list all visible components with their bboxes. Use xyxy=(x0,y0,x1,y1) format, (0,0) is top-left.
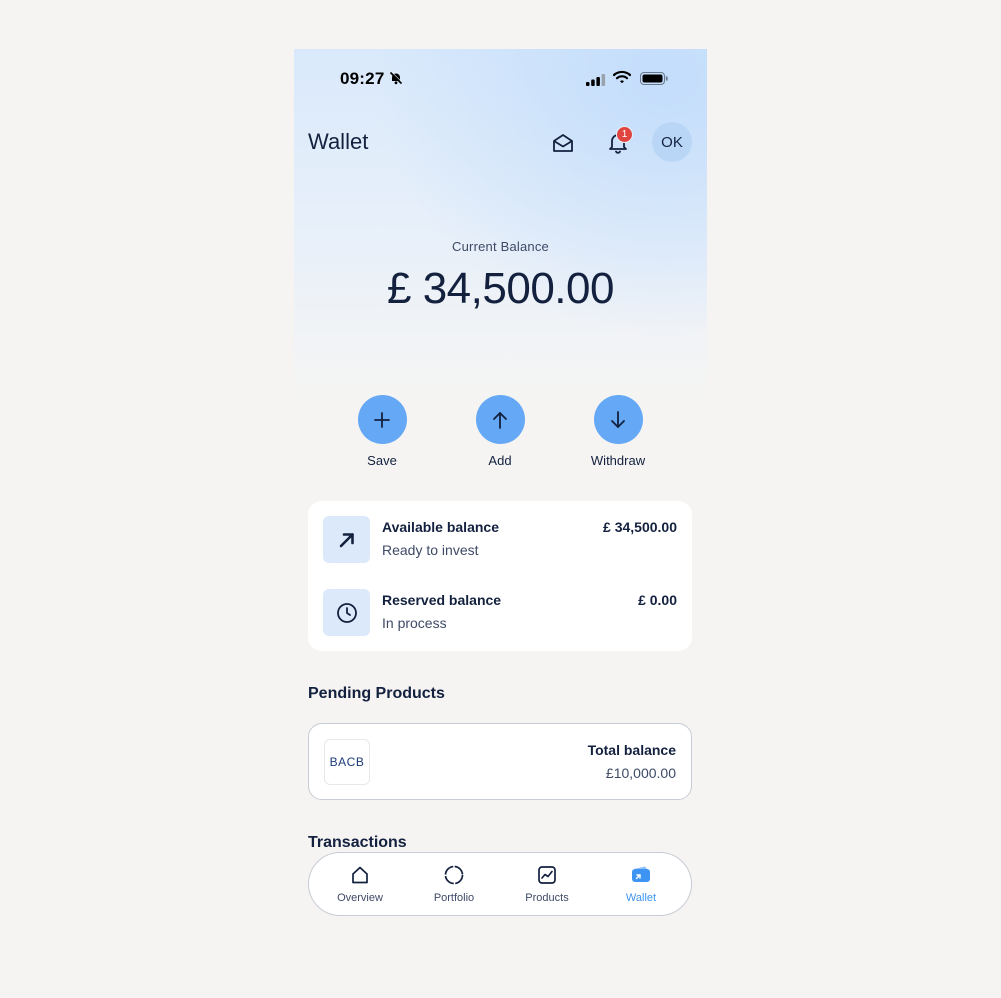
avatar[interactable]: OK xyxy=(652,122,692,162)
reserved-balance-value: £ 0.00 xyxy=(638,592,677,608)
wifi-icon xyxy=(612,70,632,89)
notification-badge: 1 xyxy=(616,126,633,143)
clock-icon xyxy=(323,589,370,636)
nav-item-portfolio[interactable]: Portfolio xyxy=(409,863,499,904)
current-balance-label: Current Balance xyxy=(452,239,549,254)
reserved-balance-subtitle: In process xyxy=(382,615,447,631)
available-balance-row[interactable]: Available balance Ready to invest £ 34,5… xyxy=(308,515,692,575)
hero-background xyxy=(294,49,707,409)
save-button[interactable]: Save xyxy=(332,395,432,468)
nav-item-wallet[interactable]: Wallet xyxy=(596,863,686,904)
bacb-logo: BACB xyxy=(324,739,370,785)
plus-icon xyxy=(357,395,407,444)
home-icon xyxy=(315,863,405,887)
pending-product-card[interactable]: BACB Total balance £10,000.00 xyxy=(308,723,692,800)
reserved-balance-row[interactable]: Reserved balance In process £ 0.00 xyxy=(308,588,692,648)
bell-slash-icon xyxy=(389,71,403,90)
reserved-balance-title: Reserved balance xyxy=(382,592,502,608)
withdraw-button[interactable]: Withdraw xyxy=(568,395,668,468)
withdraw-label: Withdraw xyxy=(590,453,646,468)
status-time: 09:27 xyxy=(340,69,385,88)
product-total-balance-label: Total balance xyxy=(587,742,676,758)
arrow-up-icon xyxy=(475,395,525,444)
page-title: Wallet xyxy=(308,129,369,154)
available-balance-value: £ 34,500.00 xyxy=(603,519,677,535)
balance-breakdown-card: Available balance Ready to invest £ 34,5… xyxy=(308,501,692,651)
signal-icon xyxy=(586,73,606,91)
chart-line-icon xyxy=(502,863,592,887)
phone-screen: 09:27 Wallet 1 OK Current Balance £ 34,5… xyxy=(294,49,707,940)
available-balance-subtitle: Ready to invest xyxy=(382,542,479,558)
nav-label-portfolio: Portfolio xyxy=(433,892,475,904)
arrow-down-icon xyxy=(593,395,643,444)
nav-item-products[interactable]: Products xyxy=(502,863,592,904)
nav-item-overview[interactable]: Overview xyxy=(315,863,405,904)
pending-products-title: Pending Products xyxy=(308,685,445,702)
add-label: Add xyxy=(488,453,512,468)
transactions-title: Transactions xyxy=(308,834,407,851)
pie-chart-icon xyxy=(409,863,499,887)
wallet-icon xyxy=(596,863,686,887)
save-label: Save xyxy=(367,453,397,468)
mail-open-icon[interactable] xyxy=(549,129,577,157)
product-total-balance-value: £10,000.00 xyxy=(605,765,676,781)
nav-label-overview: Overview xyxy=(337,892,383,904)
status-bar: 09:27 xyxy=(294,67,707,93)
battery-icon xyxy=(640,72,668,90)
add-button[interactable]: Add xyxy=(450,395,550,468)
current-balance-amount: £ 34,500.00 xyxy=(387,264,614,313)
nav-label-products: Products xyxy=(525,892,569,904)
bottom-nav: Overview Portfolio Products Wallet xyxy=(308,852,692,916)
arrow-up-right-icon xyxy=(323,516,370,563)
available-balance-title: Available balance xyxy=(382,519,499,535)
nav-label-wallet: Wallet xyxy=(625,892,657,904)
